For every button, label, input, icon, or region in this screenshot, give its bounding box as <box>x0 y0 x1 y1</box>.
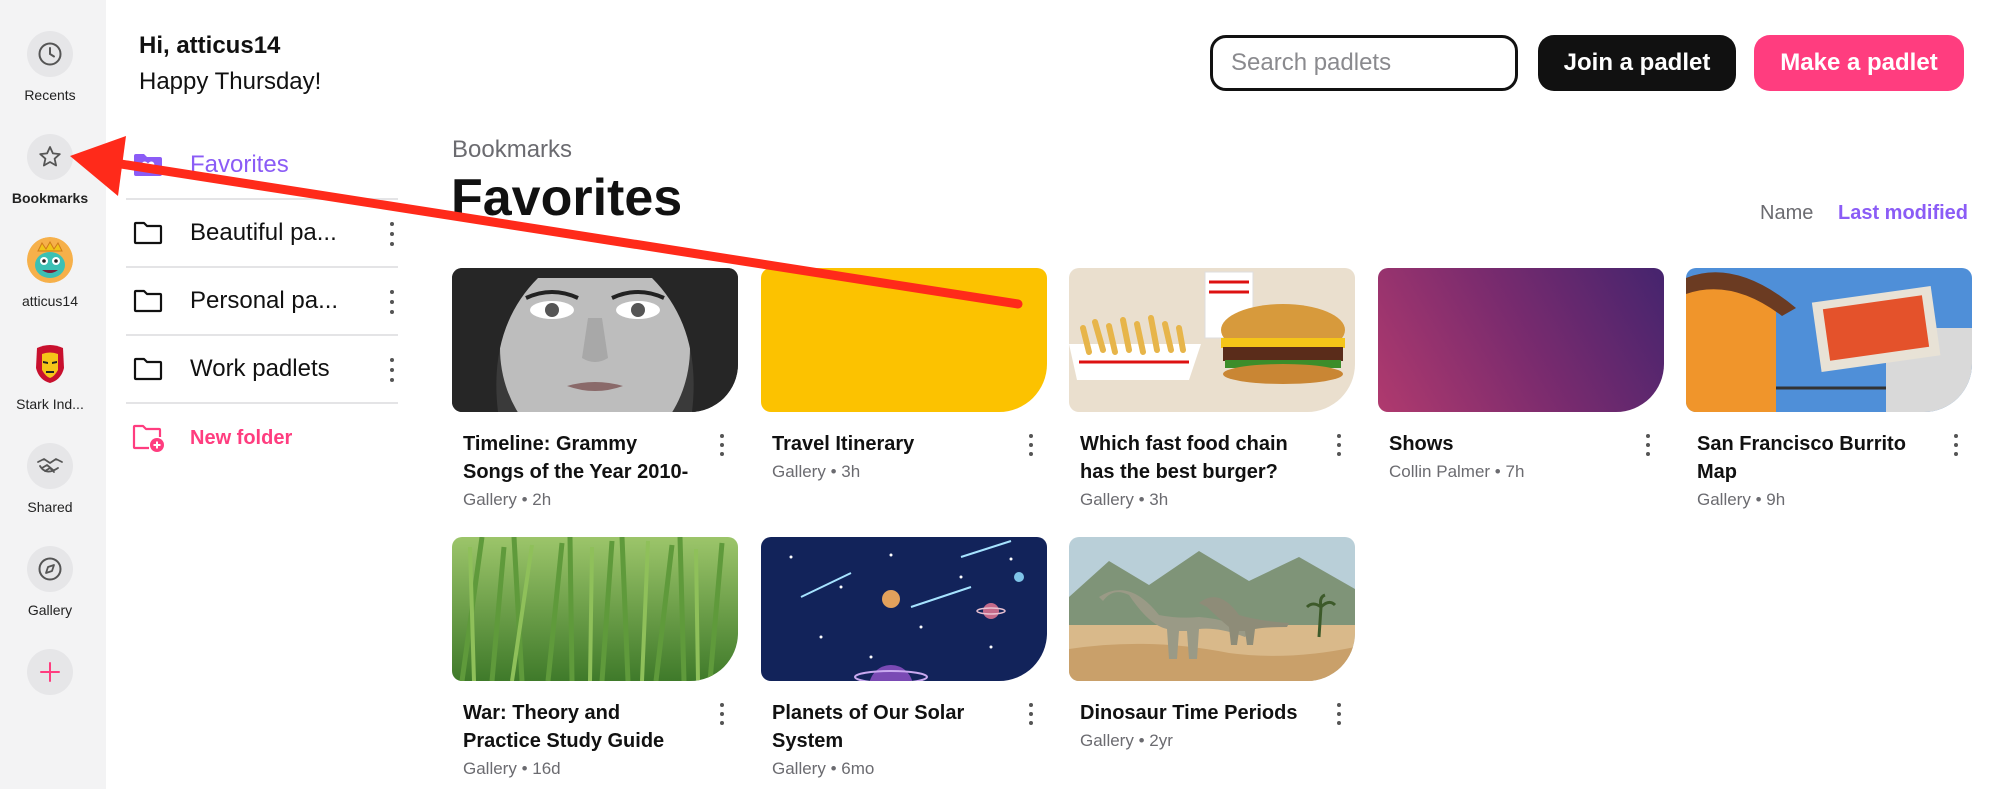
rail-item-recents[interactable]: Recents <box>0 31 100 103</box>
folder-favorites[interactable]: Favorites <box>126 132 398 200</box>
compass-icon <box>27 546 73 592</box>
padlet-card[interactable]: Which fast food chain has the best burge… <box>1069 268 1355 510</box>
left-rail: Recents Bookmarks atticus14 Stark Ind...… <box>0 0 106 789</box>
folder-work[interactable]: Work padlets <box>126 336 398 404</box>
plus-icon <box>27 649 73 695</box>
card-more-icon[interactable] <box>1950 434 1962 456</box>
card-meta: Gallery • 6mo <box>772 759 875 778</box>
rail-add-button[interactable] <box>0 649 100 695</box>
rail-item-account[interactable]: atticus14 <box>0 237 100 309</box>
card-more-icon[interactable] <box>1025 434 1037 456</box>
join-padlet-button[interactable]: Join a padlet <box>1538 35 1736 91</box>
sort-by-last-modified[interactable]: Last modified <box>1838 202 1968 225</box>
folder-beautiful[interactable]: Beautiful pa... <box>126 200 398 268</box>
card-title: San Francisco Burrito Map <box>1697 433 1906 483</box>
card-more-icon[interactable] <box>1025 703 1037 725</box>
card-thumbnail <box>452 268 738 412</box>
card-thumbnail <box>1069 268 1355 412</box>
clock-icon <box>27 31 73 77</box>
folder-add-icon <box>130 423 166 453</box>
card-thumbnail <box>761 537 1047 681</box>
folder-label: Personal pa... <box>190 287 339 314</box>
monster-avatar <box>27 237 73 283</box>
card-meta: Gallery • 3h <box>772 462 861 481</box>
breadcrumb[interactable]: Bookmarks <box>452 136 572 164</box>
folder-more-icon[interactable] <box>384 290 400 314</box>
card-meta: Gallery • 2h <box>463 490 552 509</box>
card-title: Dinosaur Time Periods <box>1080 702 1298 724</box>
rail-label: atticus14 <box>21 293 79 309</box>
new-folder-button[interactable]: New folder <box>126 404 398 472</box>
folder-icon <box>130 218 166 248</box>
card-more-icon[interactable] <box>716 703 728 725</box>
rail-label: Gallery <box>27 602 73 618</box>
padlet-card[interactable]: Timeline: Grammy Songs of the Year 2010-… <box>452 268 738 510</box>
card-meta: Gallery • 3h <box>1080 490 1169 509</box>
folder-label: Work padlets <box>190 355 330 382</box>
card-title: War: Theory and Practice Study Guide <box>463 702 665 752</box>
sort-by-name[interactable]: Name <box>1760 202 1813 225</box>
rail-label: Recents <box>24 87 76 103</box>
card-thumbnail <box>761 268 1047 412</box>
card-meta: Gallery • 16d <box>463 759 561 778</box>
star-icon <box>27 134 73 180</box>
rail-item-shared[interactable]: Shared <box>0 443 100 515</box>
padlet-card[interactable]: Dinosaur Time Periods Gallery • 2yr <box>1069 537 1355 751</box>
padlet-card[interactable]: Planets of Our Solar System Gallery • 6m… <box>761 537 1047 779</box>
padlet-card[interactable]: War: Theory and Practice Study Guide Gal… <box>452 537 738 779</box>
heart-folder-icon <box>130 150 166 180</box>
rail-item-stark-industries[interactable]: Stark Ind... <box>0 340 100 412</box>
page-title: Favorites <box>451 169 683 227</box>
folder-label: Favorites <box>190 151 289 178</box>
card-title: Which fast food chain has the best burge… <box>1080 433 1288 483</box>
card-title: Timeline: Grammy Songs of the Year 2010- <box>463 433 689 483</box>
rail-label: Shared <box>27 499 73 515</box>
card-thumbnail <box>1069 537 1355 681</box>
card-title: Travel Itinerary <box>772 433 915 455</box>
greeting-name: Hi, atticus14 <box>139 32 281 59</box>
folder-icon <box>130 286 166 316</box>
padlet-card[interactable]: San Francisco Burrito Map Gallery • 9h <box>1686 268 1972 510</box>
card-title: Shows <box>1389 433 1454 455</box>
folder-more-icon[interactable] <box>384 222 400 246</box>
folder-icon <box>130 354 166 384</box>
rail-item-bookmarks[interactable]: Bookmarks <box>0 134 100 206</box>
search-input[interactable] <box>1210 35 1518 91</box>
greeting-day: Happy Thursday! <box>139 68 322 95</box>
card-thumbnail <box>452 537 738 681</box>
folder-label: Beautiful pa... <box>190 219 337 246</box>
rail-item-gallery[interactable]: Gallery <box>0 546 100 618</box>
iron-man-avatar <box>27 340 73 386</box>
card-more-icon[interactable] <box>1642 434 1654 456</box>
card-more-icon[interactable] <box>1333 703 1345 725</box>
folder-list: Favorites Beautiful pa... Personal pa...… <box>126 132 398 472</box>
card-meta: Gallery • 9h <box>1697 490 1786 509</box>
folder-more-icon[interactable] <box>384 358 400 382</box>
card-meta: Collin Palmer • 7h <box>1389 462 1525 481</box>
card-thumbnail <box>1378 268 1664 412</box>
card-more-icon[interactable] <box>1333 434 1345 456</box>
padlet-card[interactable]: Shows Collin Palmer • 7h <box>1378 268 1664 482</box>
card-thumbnail <box>1686 268 1972 412</box>
rail-label: Stark Ind... <box>16 396 84 412</box>
folder-personal[interactable]: Personal pa... <box>126 268 398 336</box>
handshake-icon <box>27 443 73 489</box>
rail-label: Bookmarks <box>11 190 89 206</box>
card-meta: Gallery • 2yr <box>1080 731 1173 750</box>
padlet-card[interactable]: Travel Itinerary Gallery • 3h <box>761 268 1047 482</box>
card-title: Planets of Our Solar System <box>772 702 965 752</box>
new-folder-label: New folder <box>190 426 293 449</box>
greeting: Hi, atticus14 Happy Thursday! <box>139 28 321 100</box>
card-more-icon[interactable] <box>716 434 728 456</box>
make-padlet-button[interactable]: Make a padlet <box>1754 35 1964 91</box>
